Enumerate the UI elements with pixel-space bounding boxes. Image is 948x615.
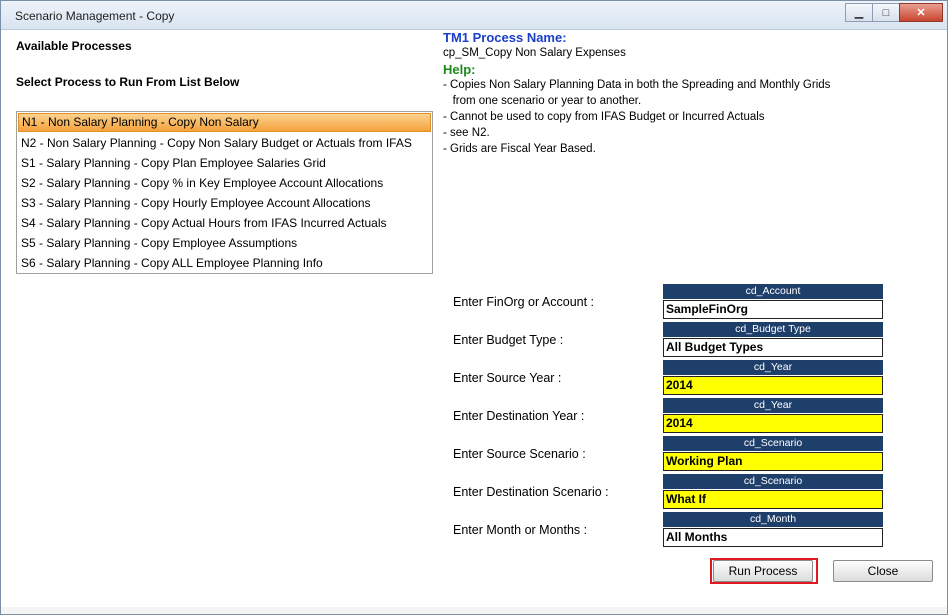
field-label: Enter Month or Months : bbox=[453, 523, 588, 537]
status-strip bbox=[1, 607, 947, 614]
dialog-window: Scenario Management - Copy ▁ □ ✕ Availab… bbox=[0, 0, 948, 615]
field-label: Enter Destination Scenario : bbox=[453, 485, 609, 499]
dimension-header: cd_Month bbox=[663, 512, 883, 527]
dimension-header: cd_Scenario bbox=[663, 436, 883, 451]
field-label: Enter Destination Year : bbox=[453, 409, 585, 423]
dimension-value-input[interactable]: What If bbox=[663, 490, 883, 509]
field-label: Enter Source Scenario : bbox=[453, 447, 586, 461]
dimension-value-input[interactable]: 2014 bbox=[663, 414, 883, 433]
available-processes-label: Available Processes bbox=[16, 39, 132, 53]
process-name-label: TM1 Process Name: bbox=[443, 30, 567, 45]
help-line: - Copies Non Salary Planning Data in bot… bbox=[443, 79, 831, 91]
dimension-header: cd_Account bbox=[663, 284, 883, 299]
help-line: - Cannot be used to copy from IFAS Budge… bbox=[443, 111, 765, 123]
dimension-value-input[interactable]: All Months bbox=[663, 528, 883, 547]
dimension-header: cd_Year bbox=[663, 360, 883, 375]
help-line: from one scenario or year to another. bbox=[443, 95, 642, 107]
dimension-value-input[interactable]: SampleFinOrg bbox=[663, 300, 883, 319]
close-button[interactable]: Close bbox=[833, 560, 933, 582]
process-list-item[interactable]: S1 - Salary Planning - Copy Plan Employe… bbox=[17, 153, 432, 173]
process-name-value: cp_SM_Copy Non Salary Expenses bbox=[443, 47, 626, 59]
window-title: Scenario Management - Copy bbox=[15, 9, 175, 23]
select-process-label: Select Process to Run From List Below bbox=[16, 75, 240, 89]
dimension-value-input[interactable]: Working Plan bbox=[663, 452, 883, 471]
dimension-header: cd_Scenario bbox=[663, 474, 883, 489]
process-list-item[interactable]: N2 - Non Salary Planning - Copy Non Sala… bbox=[17, 133, 432, 153]
process-list-item[interactable]: N1 - Non Salary Planning - Copy Non Sala… bbox=[18, 113, 431, 132]
dimension-header: cd_Budget Type bbox=[663, 322, 883, 337]
process-list-item[interactable]: S5 - Salary Planning - Copy Employee Ass… bbox=[17, 233, 432, 253]
help-label: Help: bbox=[443, 62, 476, 77]
field-label: Enter FinOrg or Account : bbox=[453, 295, 595, 309]
process-list-item[interactable]: S2 - Salary Planning - Copy % in Key Emp… bbox=[17, 173, 432, 193]
caption-buttons: ▁ □ ✕ bbox=[845, 3, 943, 22]
process-list-item[interactable]: S4 - Salary Planning - Copy Actual Hours… bbox=[17, 213, 432, 233]
help-line: - see N2. bbox=[443, 127, 490, 139]
process-list-item[interactable]: S6 - Salary Planning - Copy ALL Employee… bbox=[17, 253, 432, 273]
help-line: - Grids are Fiscal Year Based. bbox=[443, 143, 596, 155]
field-label: Enter Budget Type : bbox=[453, 333, 564, 347]
process-listbox[interactable]: N1 - Non Salary Planning - Copy Non Sala… bbox=[16, 111, 433, 274]
process-info-panel: TM1 Process Name: cp_SM_Copy Non Salary … bbox=[443, 29, 933, 157]
dimension-value-input[interactable]: All Budget Types bbox=[663, 338, 883, 357]
close-window-icon[interactable]: ✕ bbox=[899, 3, 943, 22]
help-text: - Copies Non Salary Planning Data in bot… bbox=[443, 77, 933, 157]
minimize-icon[interactable]: ▁ bbox=[845, 3, 873, 22]
title-bar[interactable]: Scenario Management - Copy ▁ □ ✕ bbox=[1, 1, 947, 30]
dimension-value-input[interactable]: 2014 bbox=[663, 376, 883, 395]
run-process-button[interactable]: Run Process bbox=[713, 560, 813, 582]
dimension-header: cd_Year bbox=[663, 398, 883, 413]
maximize-icon[interactable]: □ bbox=[872, 3, 900, 22]
field-label: Enter Source Year : bbox=[453, 371, 562, 385]
process-list-item[interactable]: S3 - Salary Planning - Copy Hourly Emplo… bbox=[17, 193, 432, 213]
